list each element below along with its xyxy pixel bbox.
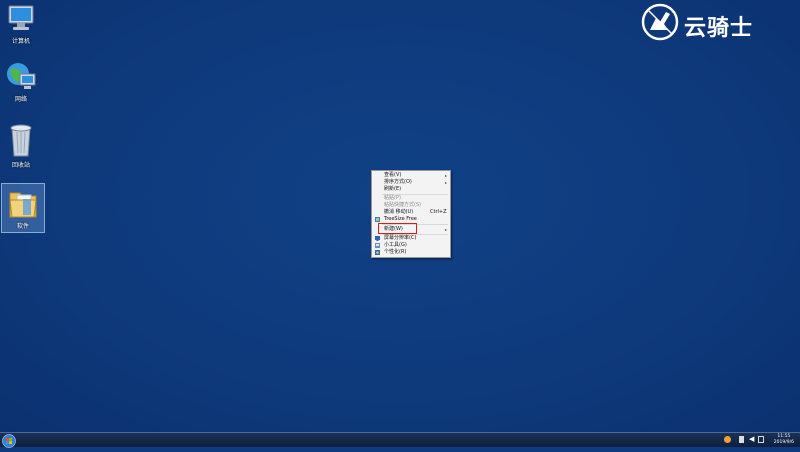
taskbar: ◀ 11:55 2019/9/6: [0, 432, 800, 448]
watermark-logo: 云骑士: [640, 2, 780, 44]
menu-item-label: 刷新(E): [384, 186, 402, 192]
tray-app-icon[interactable]: [724, 436, 731, 443]
menu-item-paste[interactable]: 粘贴(P): [372, 195, 450, 202]
submenu-arrow-icon: ▸: [445, 173, 448, 178]
menu-item-label: 个性化(R): [384, 249, 407, 255]
start-button[interactable]: [2, 433, 16, 448]
menu-item-label: 小工具(G): [384, 242, 407, 248]
desktop[interactable]: 计算机 网络 回收站 软件 云骑士 查看(V) ▸ 排序方式(O) ▸ 刷新(E…: [0, 0, 800, 432]
menu-item-label: 查看(V): [384, 172, 402, 178]
context-menu: 查看(V) ▸ 排序方式(O) ▸ 刷新(E) 粘贴(P) 粘贴快捷方式(S) …: [371, 170, 451, 258]
desktop-icon-computer[interactable]: 计算机: [0, 2, 42, 46]
screen-resolution-icon: [375, 236, 380, 241]
taskbar-clock[interactable]: 11:55 2019/9/6: [774, 434, 794, 446]
menu-item-screen-resolution[interactable]: 屏幕分辨率(C): [372, 235, 450, 242]
menu-item-personalize[interactable]: 个性化(R): [372, 249, 450, 256]
menu-item-gadgets[interactable]: 小工具(G): [372, 242, 450, 249]
clock-date: 2019/9/6: [773, 440, 794, 445]
recycle-bin-icon: [4, 122, 38, 157]
desktop-icon-network[interactable]: 网络: [0, 60, 42, 104]
desktop-icon-recycle-bin[interactable]: 回收站: [0, 122, 42, 170]
menu-item-label: 撤消 移动(U): [384, 209, 414, 215]
gadgets-icon: [375, 243, 380, 248]
menu-item-view[interactable]: 查看(V) ▸: [372, 172, 450, 179]
knight-logo-icon: [641, 3, 679, 41]
personalize-icon: [375, 250, 380, 255]
folder-icon: [6, 187, 40, 221]
desktop-icon-software-folder[interactable]: 软件: [1, 183, 45, 233]
desktop-icon-label: 网络: [14, 96, 27, 103]
menu-item-label: TreeSize Free: [384, 216, 417, 222]
submenu-arrow-icon: ▸: [445, 180, 448, 185]
menu-item-paste-shortcut[interactable]: 粘贴快捷方式(S): [372, 202, 450, 209]
menu-item-label: 屏幕分辨率(C): [384, 235, 417, 241]
desktop-icon-label: 回收站: [11, 162, 30, 169]
menu-item-treesize[interactable]: TreeSize Free: [372, 216, 450, 223]
menu-item-sort-by[interactable]: 排序方式(O) ▸: [372, 179, 450, 186]
menu-item-refresh[interactable]: 刷新(E): [372, 186, 450, 193]
menu-item-label: 排序方式(O): [384, 179, 412, 185]
menu-item-undo-move[interactable]: 撤消 移动(U) Ctrl+Z: [372, 209, 450, 216]
network-tray-icon[interactable]: [758, 436, 764, 443]
computer-icon: [4, 2, 38, 36]
flag-icon[interactable]: [739, 436, 744, 443]
desktop-icon-label: 软件: [16, 223, 29, 230]
volume-icon[interactable]: ◀: [749, 436, 754, 443]
watermark-text: 云骑士: [684, 16, 754, 41]
system-tray: ◀ 11:55 2019/9/6: [720, 433, 800, 447]
highlight-box: [378, 223, 417, 234]
desktop-icon-label: 计算机: [11, 38, 30, 45]
treesize-icon: [375, 217, 380, 222]
menu-item-shortcut: Ctrl+Z: [430, 209, 447, 215]
submenu-arrow-icon: ▸: [445, 227, 448, 232]
menu-item-label: 粘贴快捷方式(S): [384, 202, 422, 208]
menu-item-label: 粘贴(P): [384, 195, 401, 201]
network-icon: [4, 60, 38, 94]
